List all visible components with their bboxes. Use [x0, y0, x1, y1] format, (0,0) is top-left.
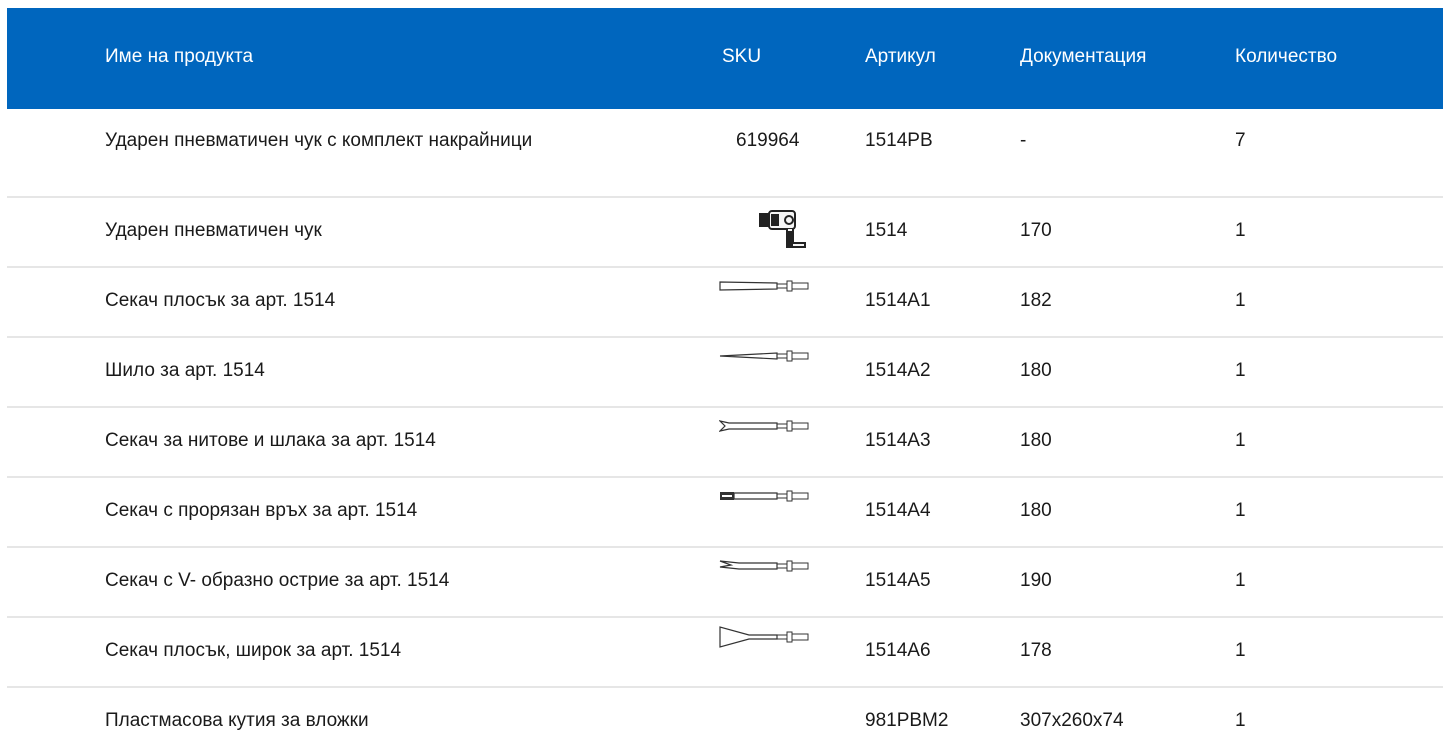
product-qty: 1 — [1235, 220, 1246, 241]
product-name: Шило за арт. 1514 — [105, 360, 265, 381]
row-divider — [7, 336, 1443, 338]
product-doc: 180 — [1020, 430, 1052, 451]
product-article: 1514 — [865, 220, 908, 241]
product-doc: 170 — [1020, 220, 1052, 241]
product-qty: 1 — [1235, 500, 1246, 521]
product-qty: 1 — [1235, 290, 1246, 311]
wide-chisel-icon — [719, 626, 809, 648]
product-name: Пластмасова кутия за вложки — [105, 710, 369, 731]
product-qty: 1 — [1235, 570, 1246, 591]
product-table: Име на продукта SKU Артикул Документация… — [0, 0, 1452, 755]
product-doc: - — [1020, 130, 1027, 151]
rivet-chisel-icon — [719, 420, 809, 432]
product-article: 1514A1 — [865, 290, 931, 311]
product-doc: 180 — [1020, 360, 1052, 381]
punch-icon — [719, 350, 809, 362]
header-article: Артикул — [865, 46, 936, 67]
product-name: Секач с прорязан връх за арт. 1514 — [105, 500, 418, 521]
product-article: 1514A4 — [865, 500, 931, 521]
product-doc: 190 — [1020, 570, 1052, 591]
row-divider — [7, 686, 1443, 688]
row-divider — [7, 616, 1443, 618]
v-chisel-icon — [719, 560, 809, 572]
product-article: 1514A3 — [865, 430, 931, 451]
product-qty: 1 — [1235, 640, 1246, 661]
product-article: 1514A6 — [865, 640, 931, 661]
product-qty: 1 — [1235, 430, 1246, 451]
flat-chisel-icon — [719, 280, 809, 292]
air-hammer-icon — [759, 210, 806, 248]
product-qty: 7 — [1235, 130, 1246, 151]
row-divider — [7, 546, 1443, 548]
row-divider — [7, 266, 1443, 268]
product-article: 981PBM2 — [865, 710, 949, 731]
product-qty: 1 — [1235, 360, 1246, 381]
product-doc: 180 — [1020, 500, 1052, 521]
product-name: Ударен пневматичен чук с комплект накрай… — [105, 130, 533, 151]
product-article: 1514A2 — [865, 360, 931, 381]
product-name: Секач с V- образно острие за арт. 1514 — [105, 570, 450, 591]
row-divider — [7, 476, 1443, 478]
product-article: 1514PB — [865, 130, 933, 151]
product-doc: 182 — [1020, 290, 1052, 311]
product-doc: 178 — [1020, 640, 1052, 661]
product-name: Секач плосък, широк за арт. 1514 — [105, 640, 402, 661]
product-sku: 619964 — [736, 130, 800, 151]
header-documentation: Документация — [1020, 46, 1147, 67]
row-divider — [7, 406, 1443, 408]
product-qty: 1 — [1235, 710, 1246, 731]
header-name: Име на продукта — [105, 46, 254, 67]
product-doc: 307x260x74 — [1020, 710, 1124, 731]
product-name: Ударен пневматичен чук — [105, 220, 322, 241]
row-divider — [7, 196, 1443, 198]
slotted-chisel-icon — [720, 490, 809, 502]
product-name: Секач за нитове и шлака за арт. 1514 — [105, 430, 436, 451]
header-sku: SKU — [722, 46, 762, 67]
header-quantity: Количество — [1235, 46, 1338, 67]
product-article: 1514A5 — [865, 570, 931, 591]
product-name: Секач плосък за арт. 1514 — [105, 290, 336, 311]
